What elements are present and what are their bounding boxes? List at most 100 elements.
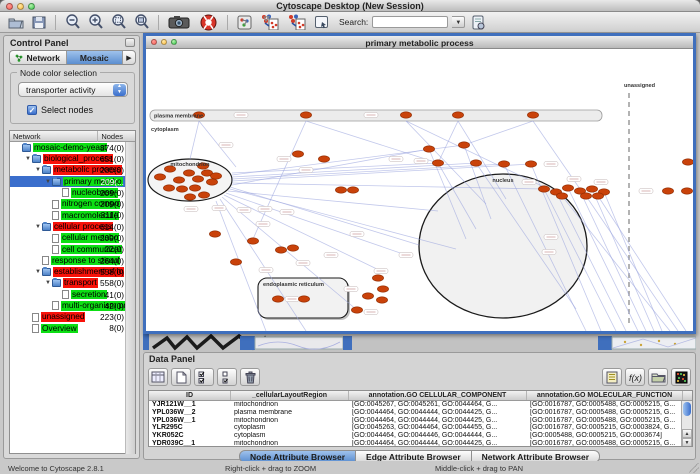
open-session-button[interactable]: [6, 14, 25, 31]
snapshot-camera-button[interactable]: [166, 14, 192, 31]
select-attributes-button[interactable]: [194, 368, 214, 386]
expand-triangle-icon[interactable]: ▼: [34, 167, 42, 173]
tree-row-biological-process[interactable]: ▼biological_process651(0): [10, 153, 135, 164]
tree-row-cellular-process[interactable]: ▼cellular process614(0): [10, 221, 135, 232]
table-cell[interactable]: YDR039C__1: [149, 440, 231, 447]
search-dropdown-arrow[interactable]: ▼: [452, 16, 465, 28]
table-row-YDR039C__1[interactable]: YDR039C__1mitochondrion[GO:0044464, GO:0…: [149, 440, 692, 447]
network-node[interactable]: [470, 160, 481, 166]
tab-mosaic[interactable]: Mosaic: [67, 51, 124, 64]
network-node[interactable]: [377, 286, 388, 292]
table-cell[interactable]: [GO:0016787, GO:0005488, GO:0005215, G..…: [527, 409, 683, 417]
table-row-YJR121W__1[interactable]: YJR121W__1mitochondrion[GO:0045267, GO:0…: [149, 401, 692, 409]
column-region[interactable]: _cellularLayoutRegion: [231, 391, 349, 400]
network-node[interactable]: [662, 188, 673, 194]
table-cell[interactable]: [GO:0016787, GO:0005215, GO:0003824, G..…: [527, 424, 683, 432]
network-node[interactable]: [176, 186, 187, 192]
network-edge[interactable]: [406, 121, 544, 187]
table-row-YPL036W__2[interactable]: YPL036W__2plasma membrane[GO:0044464, GO…: [149, 409, 692, 417]
table-scrollbar-thumb[interactable]: [683, 402, 691, 416]
table-cell[interactable]: [GO:0044464, GO:0044444, GO:0044425, G..…: [349, 417, 527, 425]
table-cell[interactable]: mitochondrion: [231, 401, 349, 409]
delete-attribute-button[interactable]: [240, 368, 260, 386]
network-edge[interactable]: [586, 196, 678, 331]
float-panel-icon[interactable]: [125, 38, 135, 47]
tree-column-nodes[interactable]: Nodes: [101, 132, 123, 141]
zoom-selected-region-button[interactable]: [109, 14, 128, 31]
network-canvas[interactable]: plasma membranecytoplasmmitochondrionnuc…: [146, 49, 693, 331]
network-node[interactable]: [682, 159, 693, 165]
network-node[interactable]: [458, 142, 469, 148]
table-cell[interactable]: [GO:0044464, GO:0044444, GO:0044425, G..…: [349, 409, 527, 417]
network-box-button[interactable]: [235, 14, 254, 31]
table-row-YPL036W__1[interactable]: YPL036W__1mitochondrion[GO:0044464, GO:0…: [149, 417, 692, 425]
network-node[interactable]: [247, 238, 258, 244]
network-edge[interactable]: [438, 121, 458, 163]
tree-column-network[interactable]: Network: [13, 132, 41, 141]
network-node[interactable]: [376, 297, 387, 303]
unselect-attributes-button[interactable]: [217, 368, 237, 386]
column-cellular-component[interactable]: annotation.GO CELLULAR_COMPONENT: [349, 391, 527, 400]
tree-row-primary-metabo[interactable]: ▼primary metabo209(...: [10, 176, 135, 187]
network-node[interactable]: [184, 194, 195, 200]
tree-scrollbar[interactable]: [125, 142, 135, 454]
import-attributes-button[interactable]: [469, 14, 488, 31]
network-node[interactable]: [210, 173, 221, 179]
tree-row-macromolecule[interactable]: macromolecule311(0): [10, 210, 135, 221]
resize-grip[interactable]: [689, 463, 699, 473]
table-cell[interactable]: [GO:0045263, GO:0044464, GO:0044455, G..…: [349, 424, 527, 432]
network-node[interactable]: [372, 275, 383, 281]
table-cell[interactable]: cytoplasm: [231, 432, 349, 440]
table-cell[interactable]: plasma membrane: [231, 409, 349, 417]
network-node[interactable]: [538, 186, 549, 192]
matrix-view-button[interactable]: [671, 368, 691, 386]
tree-row-cell-communicat[interactable]: cell communicat22(0): [10, 244, 135, 255]
table-cell[interactable]: [GO:0016787, GO:0005488, GO:0005215, G..…: [527, 440, 683, 447]
network-node[interactable]: [272, 296, 283, 302]
network-edge[interactable]: [464, 121, 533, 145]
network-node[interactable]: [498, 161, 509, 167]
tree-row-secretion[interactable]: secretion41(0): [10, 289, 135, 300]
network-edge[interactable]: [598, 196, 686, 331]
network-node[interactable]: [423, 146, 434, 152]
select-nodes-checkbox[interactable]: ✓: [27, 105, 37, 115]
network-node[interactable]: [586, 186, 597, 192]
network-node[interactable]: [189, 185, 200, 191]
zoom-fit-button[interactable]: [132, 14, 151, 31]
zoom-in-button[interactable]: [86, 14, 105, 31]
tree-row-cellular-metabo[interactable]: cellular metabo209(0): [10, 232, 135, 243]
table-cell[interactable]: mitochondrion: [231, 417, 349, 425]
network-node[interactable]: [300, 112, 311, 118]
network-node[interactable]: [452, 112, 463, 118]
table-row-YKR052C[interactable]: YKR052Ccytoplasm[GO:0044464, GO:0044446,…: [149, 432, 692, 440]
network-node[interactable]: [298, 296, 309, 302]
table-cell[interactable]: [GO:0016787, GO:0005488, GO:0005215, G..…: [527, 401, 683, 409]
network-node[interactable]: [335, 187, 346, 193]
table-row-YLR295C[interactable]: YLR295Ccytoplasm[GO:0045263, GO:0044464,…: [149, 424, 692, 432]
network-node[interactable]: [681, 188, 692, 194]
network-edge[interactable]: [226, 193, 406, 255]
table-cell[interactable]: YLR295C: [149, 424, 231, 432]
column-molecular-function[interactable]: annotation.GO MOLECULAR_FUNCTION: [527, 391, 683, 400]
tree-row-overview[interactable]: Overview8(0): [10, 323, 135, 334]
network-edge[interactable]: [190, 121, 199, 159]
tab-network[interactable]: Network: [10, 51, 67, 64]
expand-triangle-icon[interactable]: ▼: [44, 179, 52, 185]
tree-row-multi-organism-pro[interactable]: multi-organism pro42(0): [10, 300, 135, 311]
tree-row-transport[interactable]: ▼transport558(0): [10, 278, 135, 289]
attribute-batch-button[interactable]: [602, 368, 622, 386]
scroll-up-icon[interactable]: ▲: [682, 429, 692, 438]
zoom-out-button[interactable]: [63, 14, 82, 31]
expand-triangle-icon[interactable]: ▼: [34, 269, 42, 275]
network-node[interactable]: [230, 259, 241, 265]
more-tabs-arrow[interactable]: ▶: [123, 51, 135, 64]
table-cell[interactable]: [GO:0045267, GO:0045261, GO:0044464, G..…: [349, 401, 527, 409]
network-node[interactable]: [287, 245, 298, 251]
network-edge[interactable]: [592, 189, 654, 331]
network-edge[interactable]: [232, 163, 438, 173]
table-cell[interactable]: [GO:0016787, GO:0005488, GO:0005215, G..…: [527, 417, 683, 425]
table-cell[interactable]: mitochondrion: [231, 440, 349, 447]
table-scrollbar[interactable]: ▲ ▼: [681, 401, 692, 447]
network-node[interactable]: [556, 193, 567, 199]
tree-row-response-to-stimul[interactable]: response to stimul264(0): [10, 255, 135, 266]
